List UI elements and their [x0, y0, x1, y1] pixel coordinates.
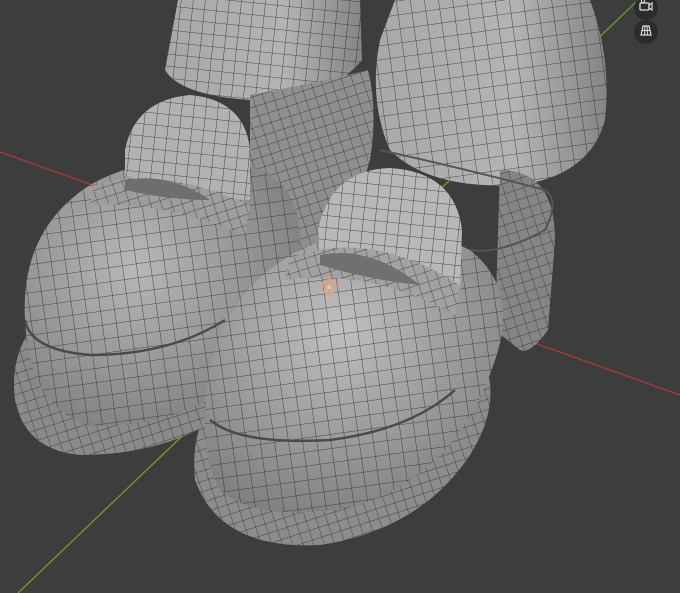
viewport-scene[interactable]	[0, 0, 680, 593]
toggle-ortho-grid-button[interactable]	[634, 20, 658, 44]
3d-viewport[interactable]	[0, 0, 680, 593]
ortho-grid-icon	[638, 22, 654, 42]
camera-view-icon	[638, 0, 654, 18]
